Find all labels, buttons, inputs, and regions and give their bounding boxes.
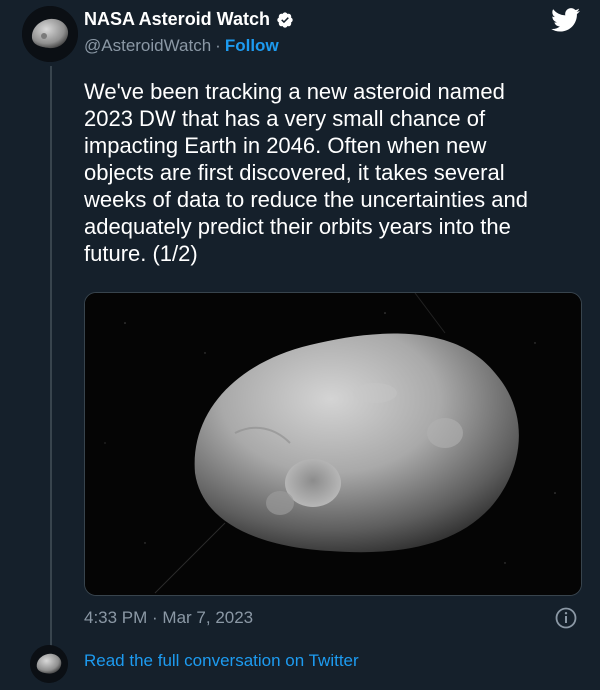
tweet-header: NASA Asteroid Watch @AsteroidWatch · Follo… [84,9,294,56]
separator: · [215,36,221,55]
tweet-text: We've been tracking a new asteroid named… [84,79,528,266]
tweet-timestamp[interactable]: 4:33 PM · Mar 7, 2023 [84,608,253,628]
tweet-media-image[interactable] [84,292,582,596]
asteroid-avatar-image [30,645,68,683]
follow-button[interactable]: Follow [225,36,279,55]
reply-avatar[interactable] [30,645,68,683]
display-name[interactable]: NASA Asteroid Watch [84,9,270,30]
thread-line [50,66,52,646]
asteroid-image [85,293,581,595]
twitter-bird-icon[interactable] [551,8,581,32]
info-icon[interactable] [555,607,577,629]
read-conversation-link[interactable]: Read the full conversation on Twitter [84,651,359,671]
handle[interactable]: @AsteroidWatch [84,36,211,55]
verified-badge-icon [276,11,294,29]
avatar[interactable] [22,6,78,62]
asteroid-avatar-image [22,6,78,62]
